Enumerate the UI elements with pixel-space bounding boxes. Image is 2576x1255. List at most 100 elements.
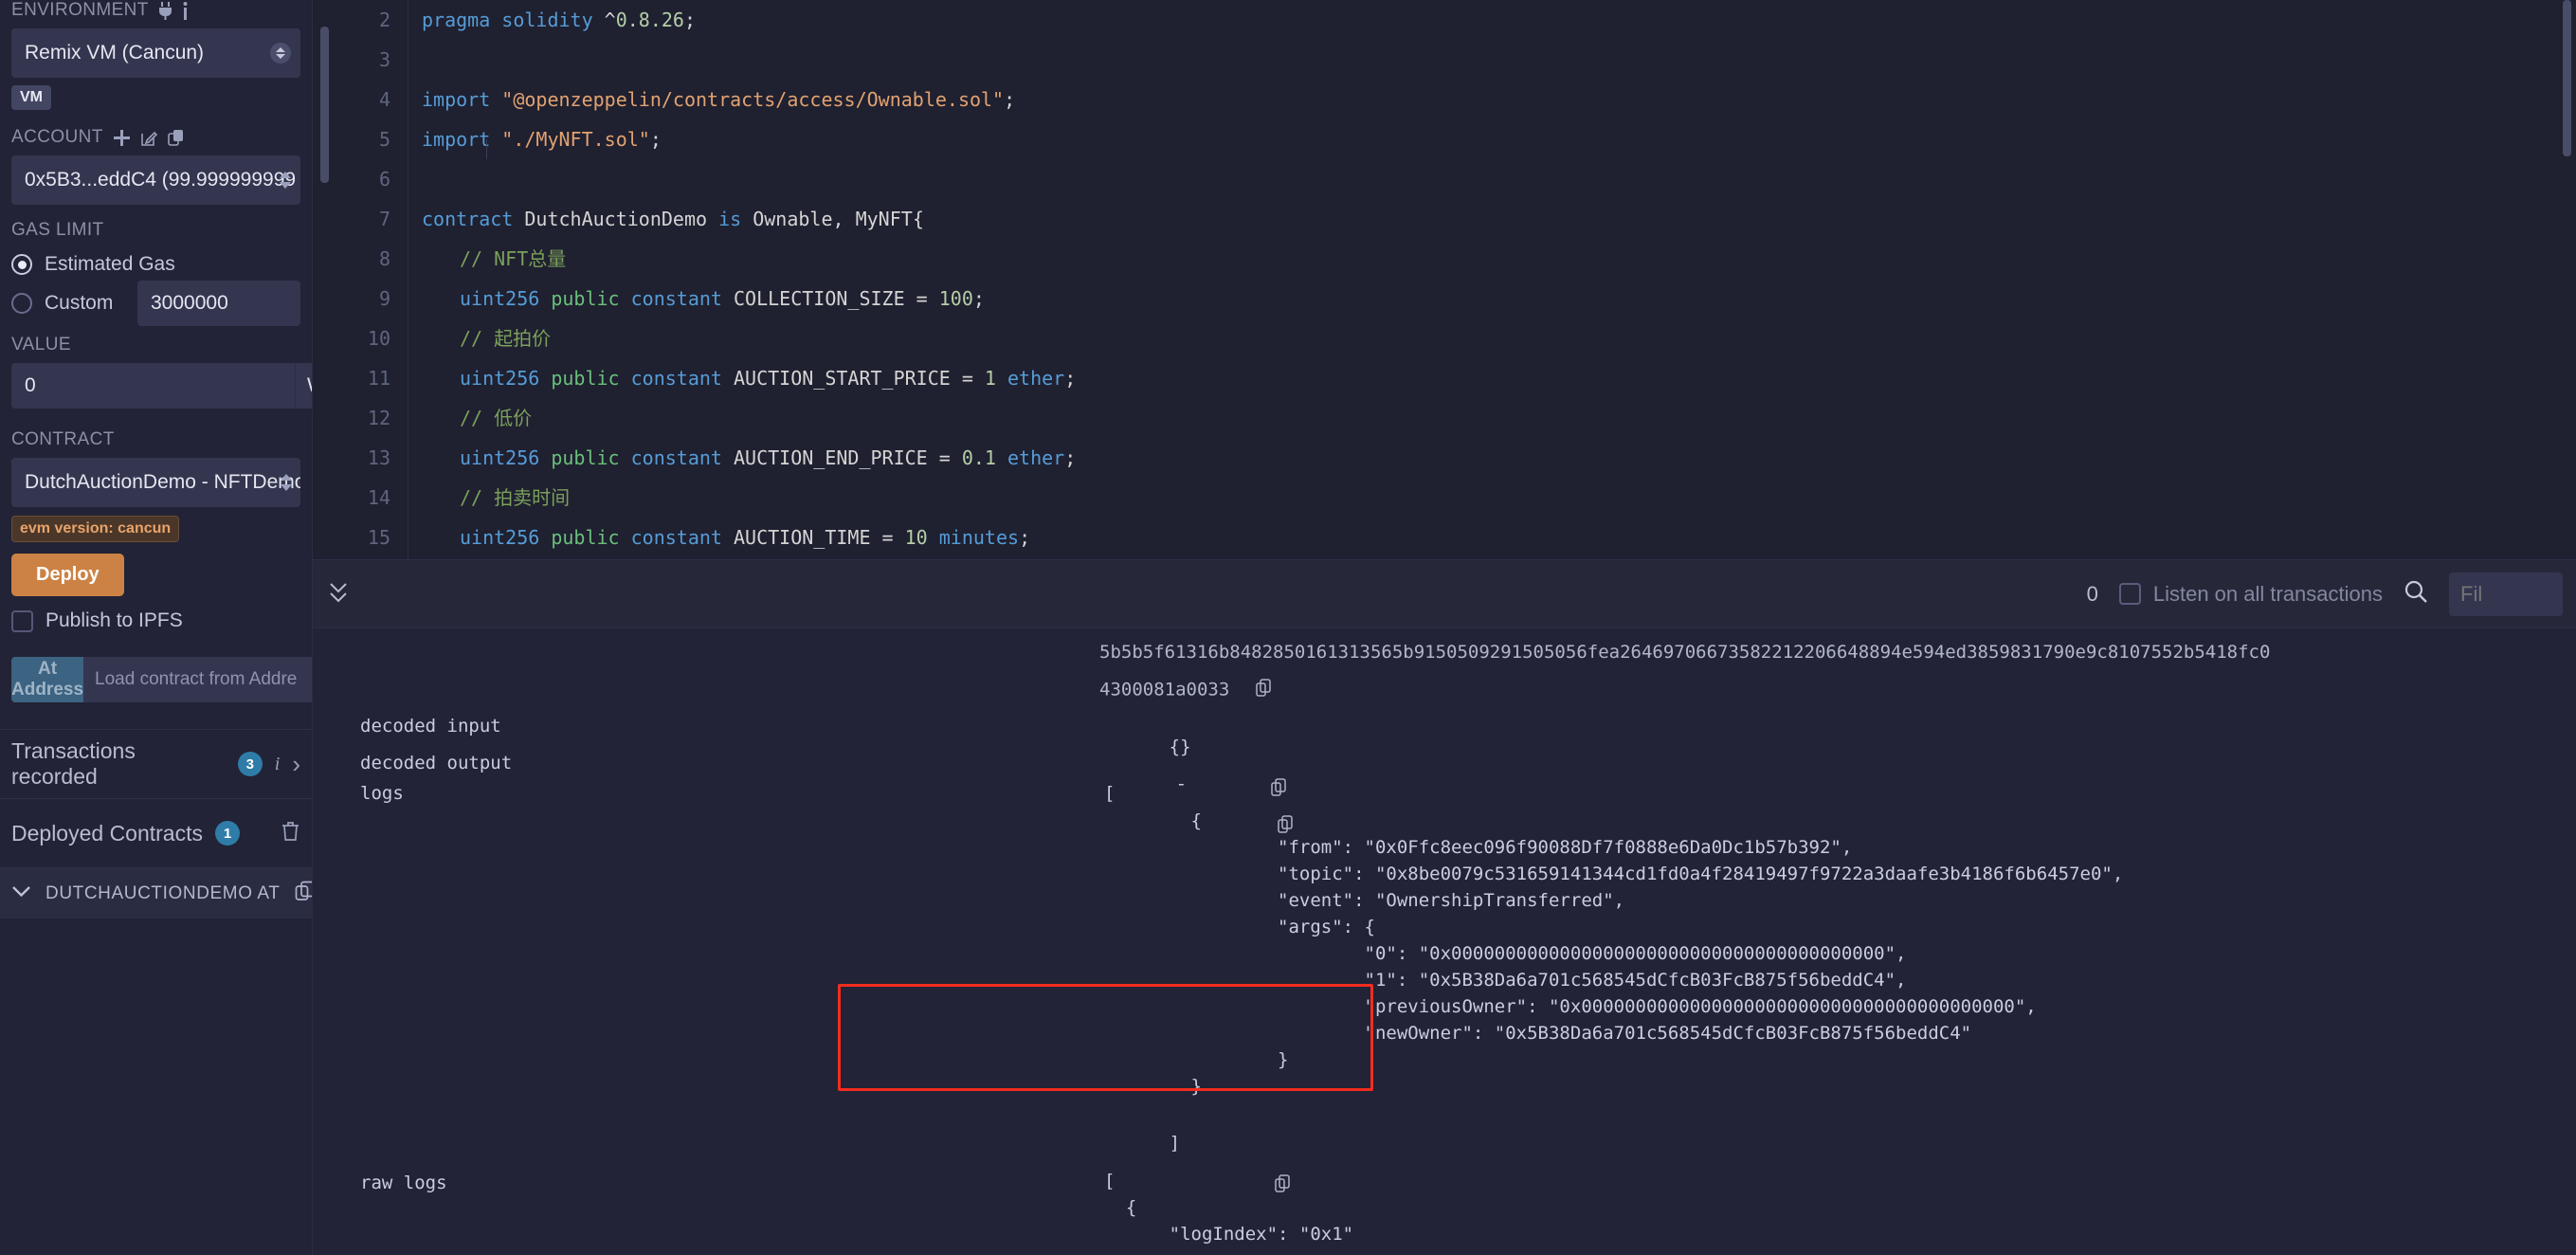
plug-icon[interactable] — [158, 1, 172, 20]
copy-icon[interactable] — [295, 881, 312, 906]
terminal-count: 0 — [2086, 581, 2098, 606]
account-stepper-icon[interactable] — [280, 172, 291, 189]
editor-line-number: 11 — [367, 367, 390, 390]
logs-open-bracket: [ — [1104, 783, 1116, 804]
decoded-output-label: decoded output — [360, 753, 513, 773]
terminal-toolbar: 0 Listen on all transactions — [313, 560, 2576, 628]
estimated-gas-radio[interactable] — [11, 254, 32, 275]
environment-value: Remix VM (Cancun) — [25, 42, 205, 64]
editor-code-content[interactable]: pragma solidity ^0.8.26; import "@openze… — [408, 0, 2576, 559]
custom-gas-radio[interactable] — [11, 293, 32, 314]
editor-code-line[interactable]: import "./MyNFT.sol"; — [422, 119, 2576, 159]
editor-line-number: 10 — [367, 327, 390, 350]
deploy-button[interactable]: Deploy — [11, 554, 124, 596]
editor-code-line[interactable]: uint256 public constant AUCTION_START_PR… — [422, 358, 2576, 398]
raw-logs-json-rest: { "logIndex": "0x1" — [1125, 1197, 1354, 1245]
load-contract-input[interactable] — [83, 657, 312, 702]
evm-version-badge: evm version: cancun — [11, 516, 180, 542]
raw-hex-line-1: 5b5b5f61316b8482850161313565b91505092915… — [1099, 642, 2271, 663]
listen-label: Listen on all transactions — [2152, 581, 2383, 606]
editor-line-number: 15 — [367, 526, 390, 549]
contract-value: DutchAuctionDemo - NFTDemo/D — [25, 471, 300, 493]
editor-code-line[interactable]: uint256 public constant AUCTION_END_PRIC… — [422, 438, 2576, 478]
deploy-run-sidebar: ENVIRONMENT Remix VM (Cancun) VM ACCOUNT — [0, 0, 313, 1255]
copy-icon[interactable] — [167, 129, 186, 147]
code-editor[interactable]: 234567891011121314151617 pragma solidity… — [313, 0, 2576, 559]
environment-select[interactable]: Remix VM (Cancun) — [11, 28, 300, 78]
deployed-contract-name: DUTCHAUCTIONDEMO AT — [45, 882, 281, 903]
raw-hex-line-2-row: 4300081a0033 — [1099, 679, 2576, 701]
editor-line-number: 12 — [367, 407, 390, 429]
account-value: 0x5B3...eddC4 (99.999999999 — [25, 169, 297, 191]
editor-code-line[interactable] — [422, 159, 2576, 199]
editor-code-line[interactable]: // NFT总量 — [422, 239, 2576, 279]
indent-guide — [486, 139, 487, 159]
publish-ipfs-row[interactable]: Publish to IPFS — [11, 609, 300, 632]
chevron-right-icon[interactable]: › — [292, 750, 300, 779]
estimated-gas-label: Estimated Gas — [45, 253, 175, 275]
contract-label-text: CONTRACT — [11, 429, 115, 449]
trash-icon[interactable] — [281, 821, 300, 846]
transactions-recorded-title: Transactions recorded — [11, 738, 136, 789]
account-label-text: ACCOUNT — [11, 127, 103, 147]
environment-stepper-icon[interactable] — [270, 43, 291, 64]
raw-hex-line-2: 4300081a0033 — [1099, 679, 1230, 700]
contract-select[interactable]: DutchAuctionDemo - NFTDemo/D — [11, 458, 300, 507]
at-address-button[interactable]: At Address — [11, 657, 84, 702]
edit-icon[interactable] — [140, 129, 158, 147]
custom-gas-option[interactable]: Custom — [11, 281, 300, 326]
plus-icon[interactable] — [113, 129, 131, 147]
publish-ipfs-checkbox[interactable] — [11, 609, 33, 632]
contract-label: CONTRACT — [11, 429, 300, 450]
gas-limit-label-text: GAS LIMIT — [11, 220, 104, 240]
editor-code-line[interactable]: uint256 public constant COLLECTION_SIZE … — [422, 279, 2576, 318]
search-icon[interactable] — [2404, 579, 2428, 609]
editor-line-number: 7 — [378, 208, 390, 230]
info-icon[interactable] — [182, 1, 189, 20]
editor-vertical-scrollbar[interactable] — [2563, 0, 2576, 559]
editor-code-line[interactable]: import "@openzeppelin/contracts/access/O… — [422, 80, 2576, 119]
raw-logs-json-body: [ — [1104, 1171, 1116, 1191]
logs-json-body: { "from": "0x0Ffc8eec096f90088Df7f0888e6… — [1190, 810, 2124, 1097]
editor-code-line[interactable]: // 起拍价 — [422, 318, 2576, 358]
value-field-group: Wei — [11, 363, 312, 409]
editor-code-line[interactable]: // 拍卖时间 — [422, 478, 2576, 518]
transactions-recorded-section[interactable]: Transactions recorded 3 i › — [0, 730, 312, 798]
editor-line-number: 14 — [367, 486, 390, 509]
estimated-gas-option[interactable]: Estimated Gas — [11, 248, 300, 281]
deployed-contract-item[interactable]: DUTCHAUCTIONDEMO AT — [0, 867, 312, 919]
custom-gas-label: Custom — [45, 292, 114, 314]
terminal-output[interactable]: 5b5b5f61316b8482850161313565b91505092915… — [313, 628, 2576, 1255]
editor-line-number: 8 — [378, 247, 390, 270]
editor-left-scrollbar[interactable] — [320, 27, 329, 183]
editor-code-line[interactable] — [422, 40, 2576, 80]
environment-label-text: ENVIRONMENT — [11, 0, 149, 20]
editor-code-line[interactable]: contract DutchAuctionDemo is Ownable, My… — [422, 199, 2576, 239]
value-label: VALUE — [11, 335, 300, 355]
logs-close-bracket: ] — [1169, 1133, 1181, 1154]
editor-scroll-thumb[interactable] — [2563, 0, 2571, 156]
terminal-filter-input[interactable] — [2449, 572, 2563, 616]
contract-stepper-icon[interactable] — [281, 474, 292, 491]
chevron-down-icon[interactable] — [11, 885, 31, 902]
value-unit-select[interactable]: Wei — [295, 363, 312, 409]
chevrons-down-icon[interactable] — [326, 578, 351, 610]
account-select[interactable]: 0x5B3...eddC4 (99.999999999 — [11, 155, 300, 205]
editor-code-line[interactable]: // 低价 — [422, 398, 2576, 438]
copy-icon[interactable] — [1255, 679, 1272, 701]
listen-checkbox[interactable] — [2118, 583, 2141, 605]
account-label: ACCOUNT — [11, 127, 300, 148]
listen-on-all-transactions-row[interactable]: Listen on all transactions — [2118, 581, 2383, 607]
deployed-contracts-title: Deployed Contracts — [11, 820, 203, 846]
value-label-text: VALUE — [11, 335, 71, 355]
custom-gas-input[interactable] — [137, 281, 300, 326]
decoded-output-value: - — [1175, 773, 1188, 794]
raw-logs-label: raw logs — [360, 1173, 447, 1193]
environment-label: ENVIRONMENT — [11, 0, 300, 21]
editor-code-line[interactable]: uint256 public constant AUCTION_TIME = 1… — [422, 518, 2576, 557]
vm-badge: VM — [11, 85, 51, 110]
info-icon[interactable]: i — [275, 754, 281, 775]
editor-code-line[interactable]: pragma solidity ^0.8.26; — [422, 0, 2576, 40]
deployed-contracts-section[interactable]: Deployed Contracts 1 — [0, 799, 312, 867]
value-input[interactable] — [11, 363, 295, 409]
